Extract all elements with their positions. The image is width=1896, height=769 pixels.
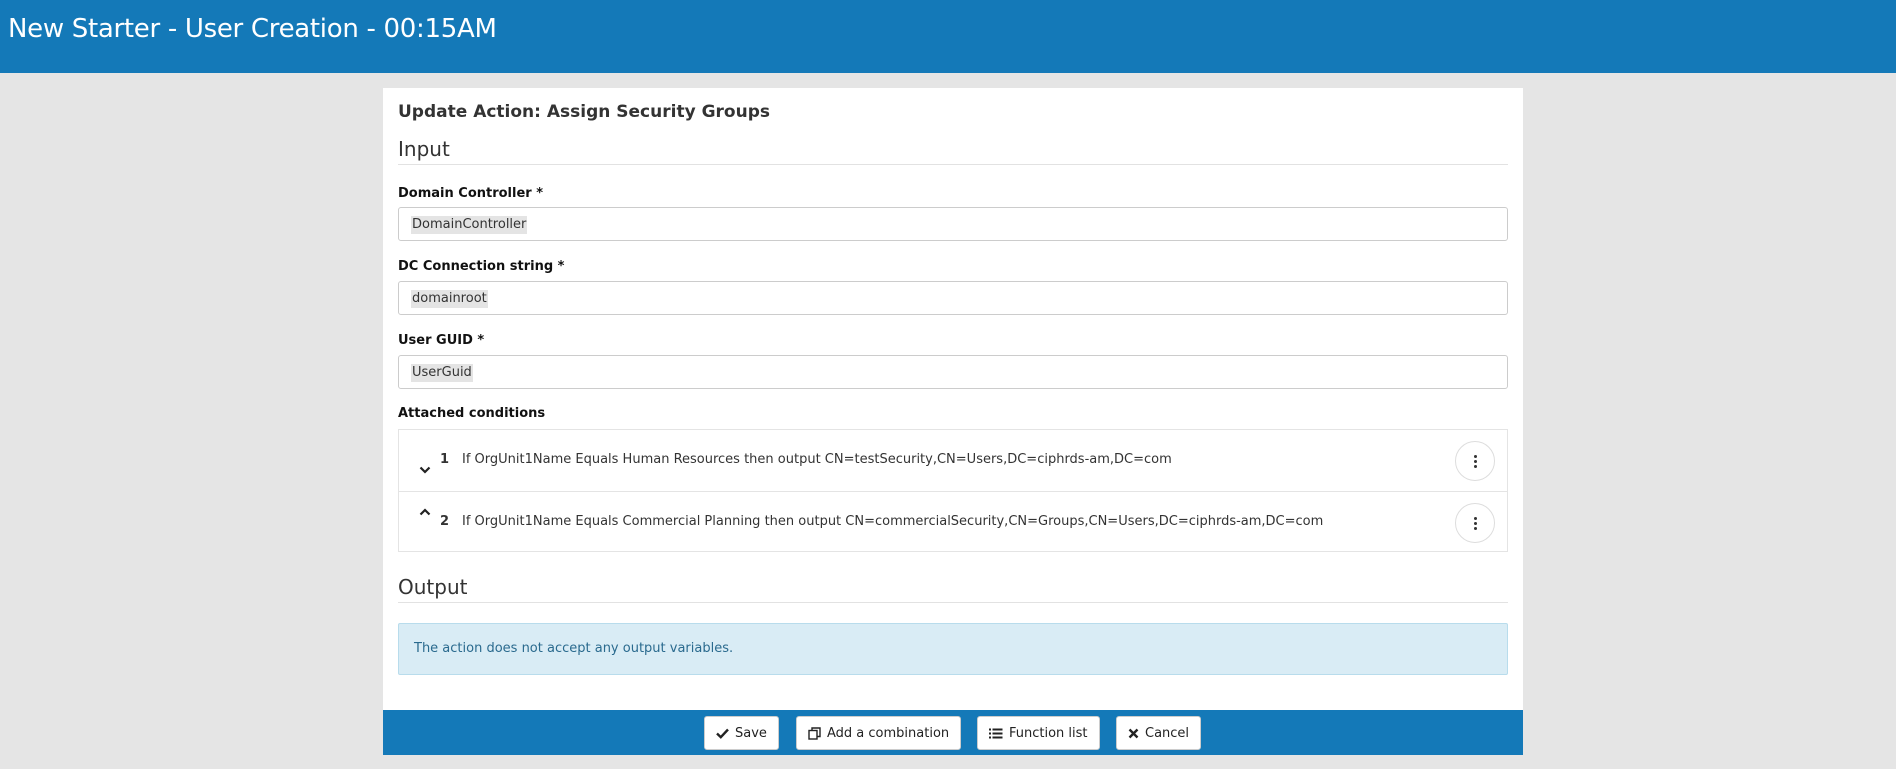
function-list-button-label: Function list xyxy=(1009,725,1088,741)
condition-text: If OrgUnit1Name Equals Commercial Planni… xyxy=(462,514,1324,529)
condition-more-button[interactable] xyxy=(1455,503,1495,543)
condition-text: If OrgUnit1Name Equals Human Resources t… xyxy=(462,452,1172,467)
domain-controller-label: Domain Controller * xyxy=(398,186,544,201)
user-guid-label: User GUID * xyxy=(398,333,485,348)
dc-connection-string-label: DC Connection string * xyxy=(398,259,565,274)
copy-icon xyxy=(808,726,821,740)
input-section-title: Input xyxy=(398,136,1508,165)
condition-number: 2 xyxy=(440,514,450,529)
check-icon xyxy=(716,728,729,739)
app-title: New Starter - User Creation - 00:15AM xyxy=(8,14,497,44)
domain-controller-token[interactable]: DomainController xyxy=(411,216,528,234)
condition-number: 1 xyxy=(440,452,450,467)
condition-row: 2 If OrgUnit1Name Equals Commercial Plan… xyxy=(399,491,1507,552)
user-guid-input[interactable]: UserGuid xyxy=(398,355,1508,389)
attached-conditions-label: Attached conditions xyxy=(398,406,546,421)
add-combination-button-label: Add a combination xyxy=(827,725,950,741)
domain-controller-input[interactable]: DomainController xyxy=(398,207,1508,241)
output-section-title: Output xyxy=(398,574,1508,603)
dc-connection-string-token[interactable]: domainroot xyxy=(411,290,488,308)
list-icon xyxy=(989,728,1003,739)
chevron-up-icon[interactable] xyxy=(415,502,435,522)
save-button-label: Save xyxy=(735,725,767,741)
cancel-button-label: Cancel xyxy=(1145,725,1190,741)
output-info-text: The action does not accept any output va… xyxy=(414,641,734,656)
conditions-list: 1 If OrgUnit1Name Equals Human Resources… xyxy=(398,429,1508,552)
action-footer: Save Add a combination Function list Can… xyxy=(383,710,1523,755)
chevron-down-icon[interactable] xyxy=(415,460,435,480)
user-guid-token[interactable]: UserGuid xyxy=(411,364,473,382)
function-list-button[interactable]: Function list xyxy=(977,716,1100,750)
panel-title: Update Action: Assign Security Groups xyxy=(398,102,770,122)
close-icon xyxy=(1128,728,1139,739)
save-button[interactable]: Save xyxy=(704,716,779,750)
add-combination-button[interactable]: Add a combination xyxy=(796,716,962,750)
more-vertical-icon xyxy=(1474,455,1477,470)
cancel-button[interactable]: Cancel xyxy=(1116,716,1202,750)
more-vertical-icon xyxy=(1474,517,1477,532)
condition-row: 1 If OrgUnit1Name Equals Human Resources… xyxy=(399,430,1507,491)
action-panel: Update Action: Assign Security Groups In… xyxy=(383,88,1523,710)
dc-connection-string-input[interactable]: domainroot xyxy=(398,281,1508,315)
output-info-alert: The action does not accept any output va… xyxy=(398,623,1508,675)
app-header: New Starter - User Creation - 00:15AM xyxy=(0,0,1896,73)
condition-more-button[interactable] xyxy=(1455,441,1495,481)
